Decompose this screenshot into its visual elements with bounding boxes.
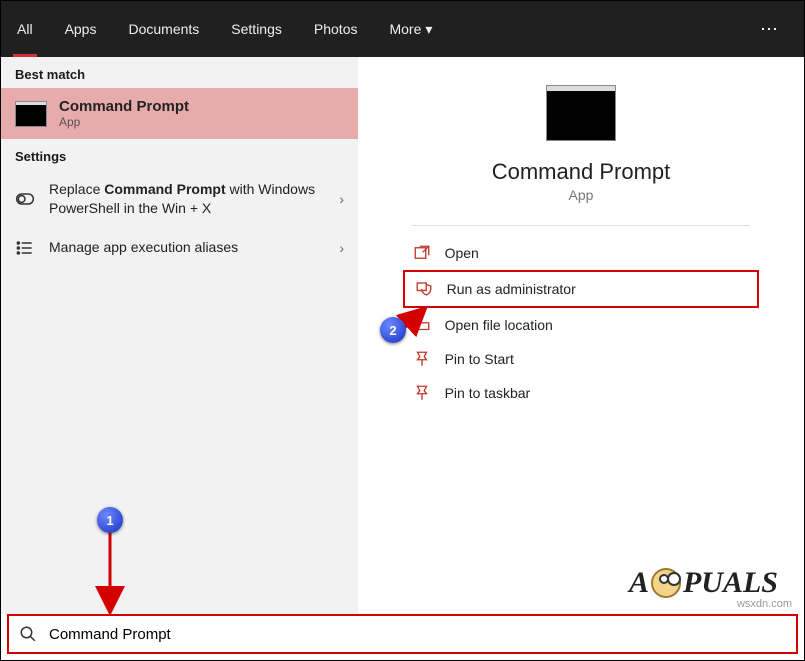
- step-badge-1: 1: [97, 507, 123, 533]
- best-match-text: Command Prompt App: [59, 98, 189, 129]
- mascot-face-icon: [651, 568, 681, 598]
- caret-down-icon: ▾: [425, 21, 432, 38]
- action-run-as-admin[interactable]: Run as administrator: [403, 270, 760, 308]
- section-settings-header: Settings: [1, 139, 358, 170]
- search-bar[interactable]: [7, 614, 798, 654]
- setting-replace-cmd-label: Replace Command Prompt with Windows Powe…: [49, 180, 325, 218]
- best-match-title: Command Prompt: [59, 98, 189, 115]
- open-icon: [413, 244, 431, 262]
- search-filter-bar: All Apps Documents Settings Photos More …: [1, 1, 804, 57]
- best-match-result[interactable]: Command Prompt App: [1, 88, 358, 139]
- detail-subtitle: App: [569, 187, 594, 203]
- pin-icon: [413, 384, 431, 402]
- toggle-setting-icon: [15, 189, 35, 209]
- tab-settings[interactable]: Settings: [215, 1, 298, 57]
- list-setting-icon: [15, 238, 35, 258]
- spacer: [448, 1, 746, 57]
- overflow-menu-button[interactable]: ⋯: [746, 1, 792, 57]
- setting-manage-aliases[interactable]: Manage app execution aliases ›: [1, 228, 358, 268]
- tab-all[interactable]: All: [1, 1, 49, 57]
- action-pin-to-start-label: Pin to Start: [445, 351, 514, 367]
- search-icon: [19, 625, 37, 643]
- search-input[interactable]: [47, 625, 786, 644]
- pin-icon: [413, 350, 431, 368]
- tab-documents[interactable]: Documents: [112, 1, 215, 57]
- shield-icon: [415, 280, 433, 298]
- tab-photos[interactable]: Photos: [298, 1, 374, 57]
- tab-more[interactable]: More ▾: [373, 1, 448, 57]
- action-pin-to-taskbar-label: Pin to taskbar: [445, 385, 531, 401]
- command-prompt-icon: [15, 101, 47, 127]
- action-open[interactable]: Open: [403, 236, 760, 270]
- step-badge-2: 2: [380, 317, 406, 343]
- separator: [412, 225, 751, 226]
- annotation-arrow-1: [97, 529, 127, 615]
- section-best-match-header: Best match: [1, 57, 358, 88]
- tab-more-label: More: [389, 21, 421, 37]
- chevron-right-icon: ›: [339, 240, 344, 256]
- setting-manage-aliases-label: Manage app execution aliases: [49, 238, 325, 257]
- chevron-right-icon: ›: [339, 191, 344, 207]
- setting-replace-cmd[interactable]: Replace Command Prompt with Windows Powe…: [1, 170, 358, 228]
- action-run-as-admin-label: Run as administrator: [447, 281, 576, 297]
- action-open-label: Open: [445, 245, 479, 261]
- annotation-arrow-2: [403, 309, 463, 339]
- best-match-subtitle: App: [59, 115, 189, 129]
- tab-apps[interactable]: Apps: [49, 1, 113, 57]
- results-column: Best match Command Prompt App Settings R…: [1, 57, 358, 614]
- action-pin-to-taskbar[interactable]: Pin to taskbar: [403, 376, 760, 410]
- detail-title: Command Prompt: [492, 159, 671, 185]
- appuals-logo: A PUALS: [629, 566, 778, 600]
- action-pin-to-start[interactable]: Pin to Start: [403, 342, 760, 376]
- command-prompt-icon-large: [546, 85, 616, 141]
